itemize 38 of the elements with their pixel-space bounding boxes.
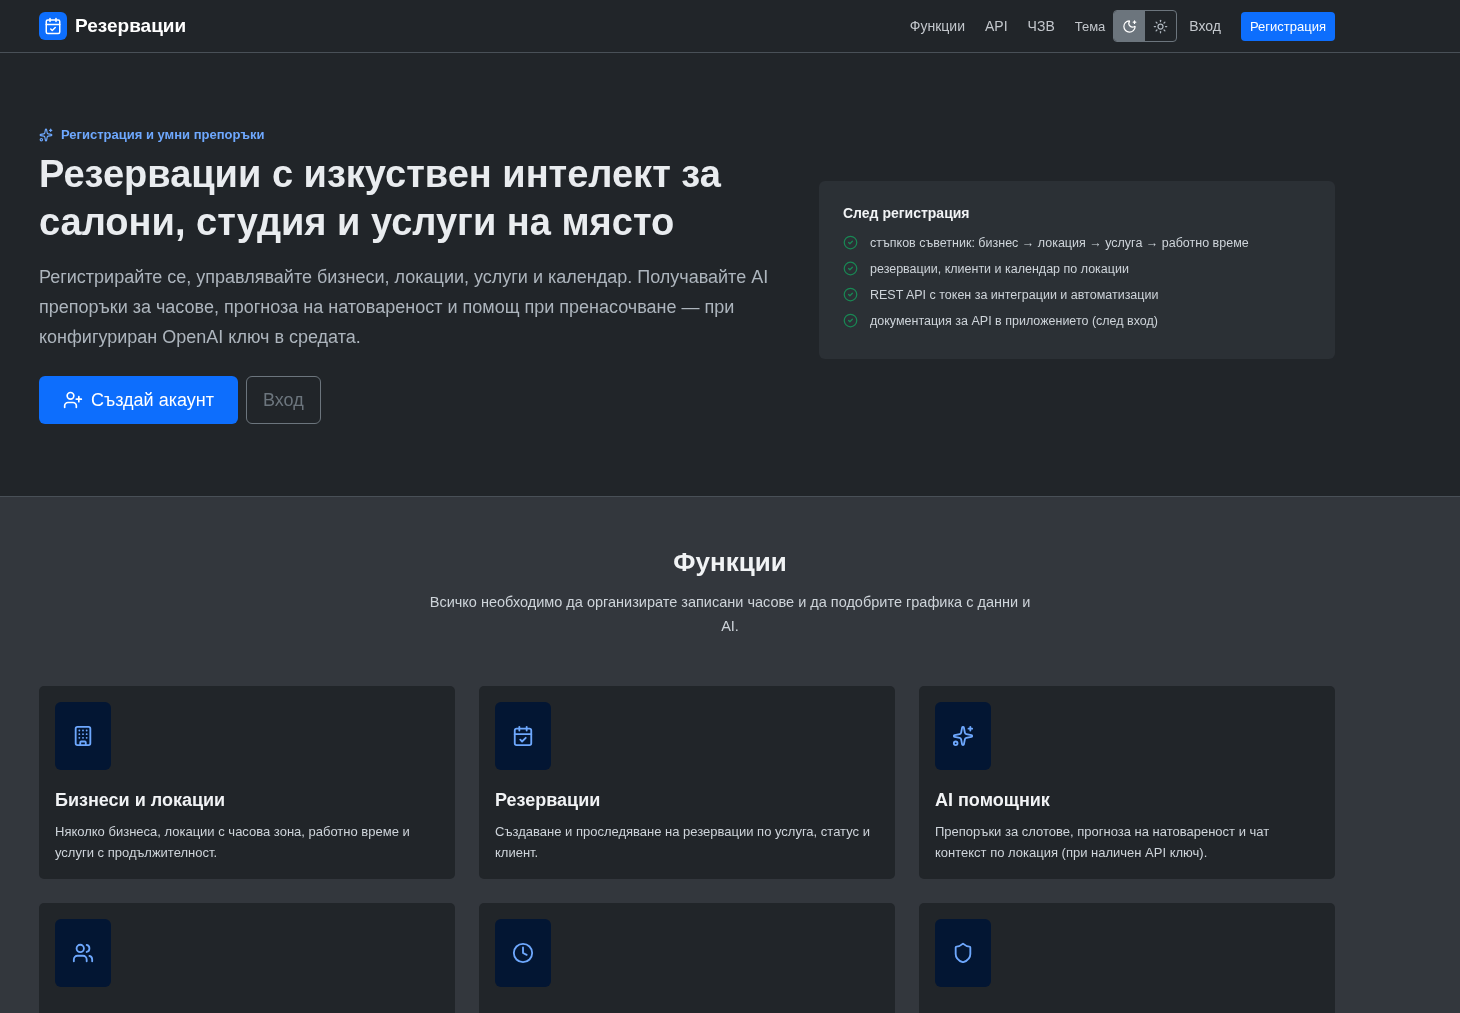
brand-name[interactable]: Резервации — [75, 15, 187, 37]
theme-label: Тема — [1074, 18, 1106, 34]
check-icon — [843, 261, 858, 276]
check-icon — [843, 313, 858, 328]
login-link[interactable]: Вход — [1189, 18, 1221, 34]
logo-icon — [39, 12, 67, 40]
list-item: документация за API в приложението (след вход) — [870, 313, 1158, 328]
list-item: резервации, клиенти и календар по локации — [870, 261, 1129, 276]
eyebrow-text: Регистрация и умни препоръки — [61, 127, 265, 142]
building-icon — [55, 702, 111, 770]
register-button[interactable]: Регистрация — [1241, 11, 1335, 41]
shield-icon — [935, 919, 991, 987]
users-icon — [55, 919, 111, 987]
feature-text: Създаване и проследяване на резервации по услуга, статус и клиент. — [495, 823, 871, 862]
feature-title: Бизнеси и локации — [55, 790, 227, 811]
list-item: REST API с токен за интеграции и автоматизации — [870, 287, 1159, 302]
hero-title: Резервации с изкуствен интелект за салони, студия и услуги на място — [39, 152, 722, 245]
nav-link[interactable]: API — [985, 18, 1008, 34]
list-item: стъпков съветник: бизнес → локация → услуга → работно време — [870, 235, 1249, 250]
feature-title: Резервации — [495, 790, 602, 811]
hero-lead: Регистрирайте се, управлявайте бизнеси, локации, услуги и календар. Получавайте AI препоръки за часове, прогноза на натовареност и помощ при пренасочване — при конфигуриран OpenAI ключ в средата. — [39, 266, 770, 349]
nav-link[interactable]: ЧЗВ — [1027, 18, 1055, 34]
card-title: След регистрация — [843, 205, 971, 221]
feature-text: Препоръки за слотове, прогноза на натовареност и чат контекст по локация (при наличен API ключ). — [935, 823, 1271, 862]
sparkle-icon — [39, 127, 53, 142]
section-title: Функции — [672, 547, 788, 578]
nav-link[interactable]: Функции — [909, 18, 965, 34]
check-icon — [843, 287, 858, 302]
user-plus-icon — [63, 390, 83, 410]
check-icon — [843, 235, 858, 250]
feature-text: Няколко бизнеса, локации с часова зона, работно време и услуги с продължителност. — [55, 823, 411, 862]
sparkle-icon — [935, 702, 991, 770]
clock-icon — [495, 919, 551, 987]
calendar-icon — [495, 702, 551, 770]
section-subtitle: Всичко необходимо да организирате записани часове и да подобрите графика с данни и AI. — [428, 593, 1032, 636]
feature-title: AI помощник — [935, 790, 1051, 811]
create-account-button[interactable]: Създай акаунт — [39, 376, 238, 424]
moon-icon[interactable] — [1114, 11, 1146, 41]
